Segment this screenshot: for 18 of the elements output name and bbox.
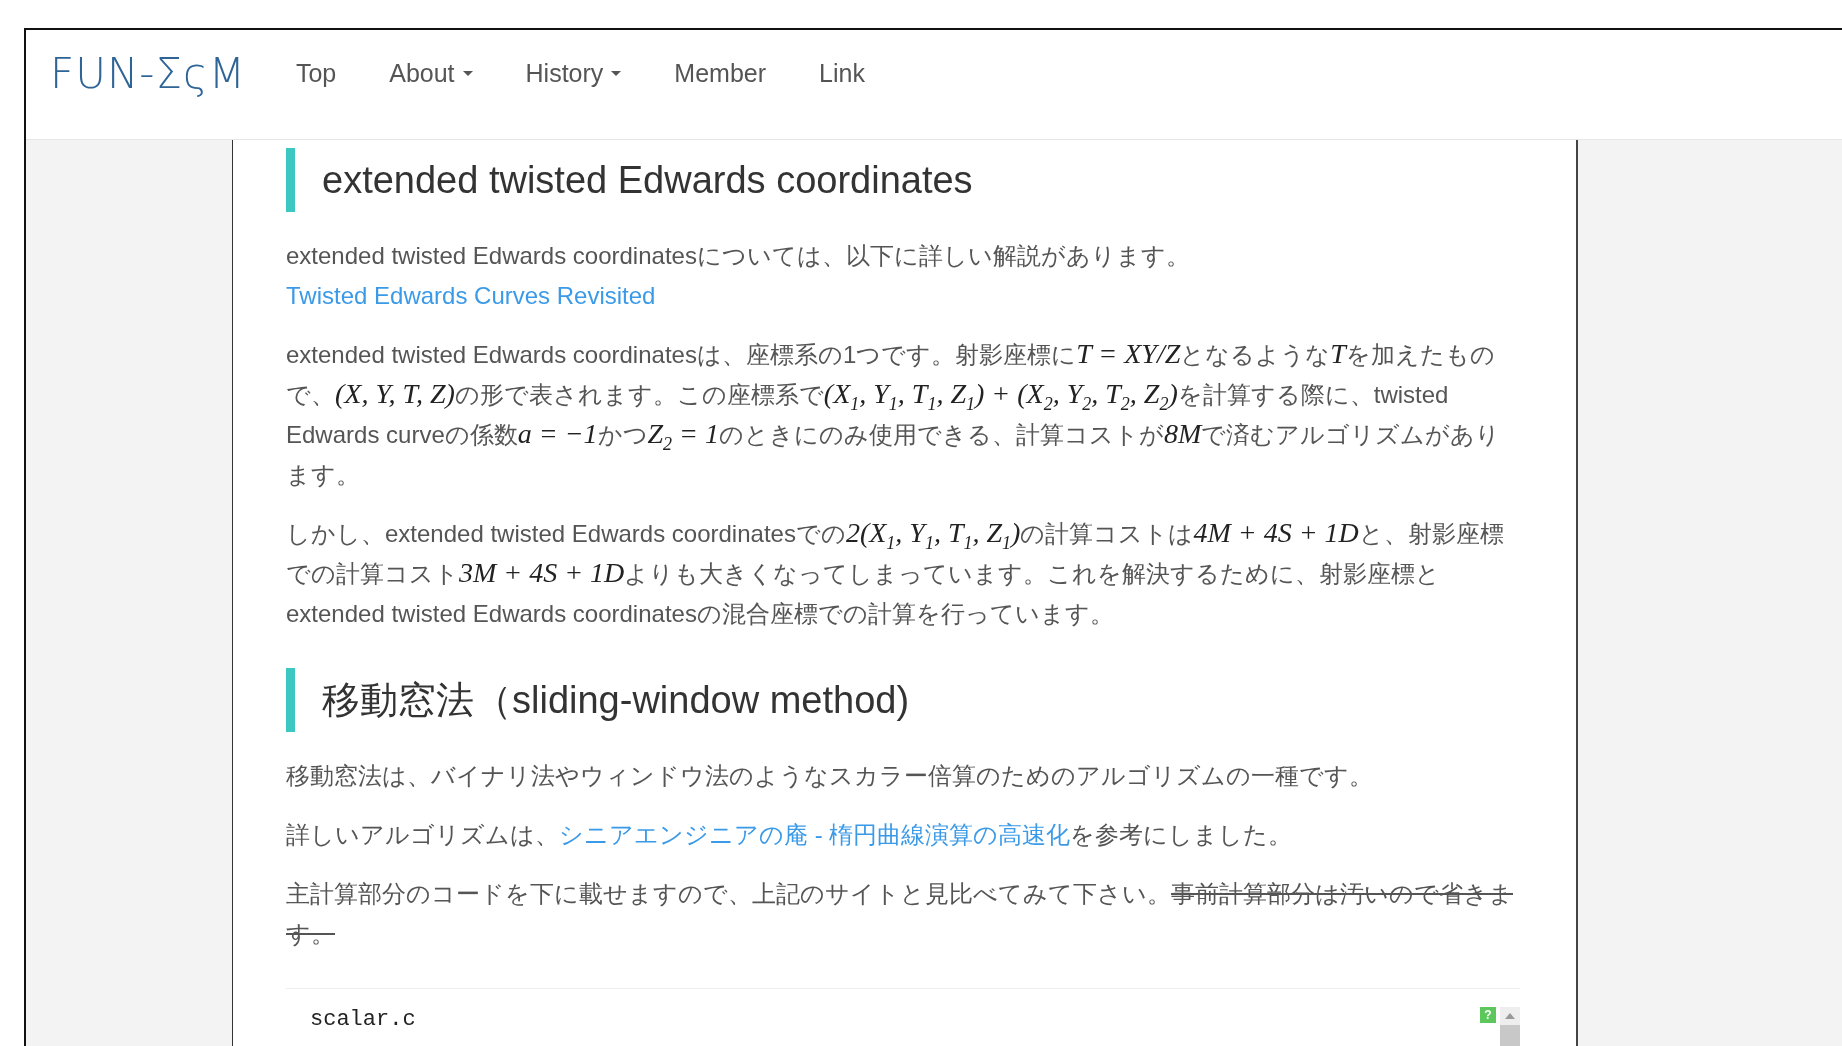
paragraph: 主計算部分のコードを下に載せますので、上記のサイトと見比べてみて下さい。事前計算部分は汚いので省きます。 (286, 879, 1514, 949)
nav-link[interactable]: History (525, 59, 622, 88)
paragraph: 詳しいアルゴリズムは、シニアエンジニアの庵 - 楕円曲線演算の高速化を参考にしました。 (286, 820, 1294, 850)
nav-link[interactable]: About (389, 59, 473, 88)
caret-icon (462, 71, 473, 76)
caret-icon (611, 71, 622, 76)
nav-link[interactable]: Top (295, 59, 337, 88)
nav-link[interactable]: Member (674, 59, 767, 88)
nav-link[interactable]: Link (819, 59, 865, 88)
paragraph: 移動窓法は、バイナリ法やウィンドウ法のようなスカラー倍算のためのアルゴリズムの一種です。 (286, 761, 1374, 791)
paragraph: extended twisted Edwards coordinatesは、座標系の1つです。射影座標に T = XY/Zとなるような Tを加えたもので、(X, Y, T, Z)の形で表されます。この座標系で(X$_{1}$, Y$_{1}$, T$_{1}$, Z$_{1}$) + (X$_{2}$, Y$_{2}$, T$_{2}$, Z$_{2}$)を計算する際に、twisted Edwards curveの係数a = −1かつZ$_{2}$ = 1のときにのみ使用できる、計算コストが8Mで済むアルゴリズムがあります。 (286, 337, 1502, 490)
section-heading: extended twisted Edwards coordinates (286, 148, 1520, 212)
paragraph: extended twisted Edwards coordinatesについては、以下に詳しい解説があります。 Twisted Edwards Curves Revisited (286, 241, 1191, 311)
scroll-up-icon[interactable] (1505, 1013, 1515, 1019)
paragraph: しかし、extended twisted Edwards coordinatesでの2(X$_{1}$, Y$_{1}$, T$_{1}$, Z$_{1}$)の計算コストは4M + 4S + 1Dと、射影座標での計算コスト 3M + 4S + 1Dよりも大きくなってしまっています。これを解決するために、射影座標とextended twisted Edwards coordinatesの混合座標での計算を行っています。 (286, 516, 1505, 629)
file-name: scalar.c (310, 1007, 416, 1034)
site-logo[interactable]: FUN-ΣςM (50, 49, 246, 98)
section-heading: 移動窓法（sliding-window method) (286, 668, 1520, 732)
